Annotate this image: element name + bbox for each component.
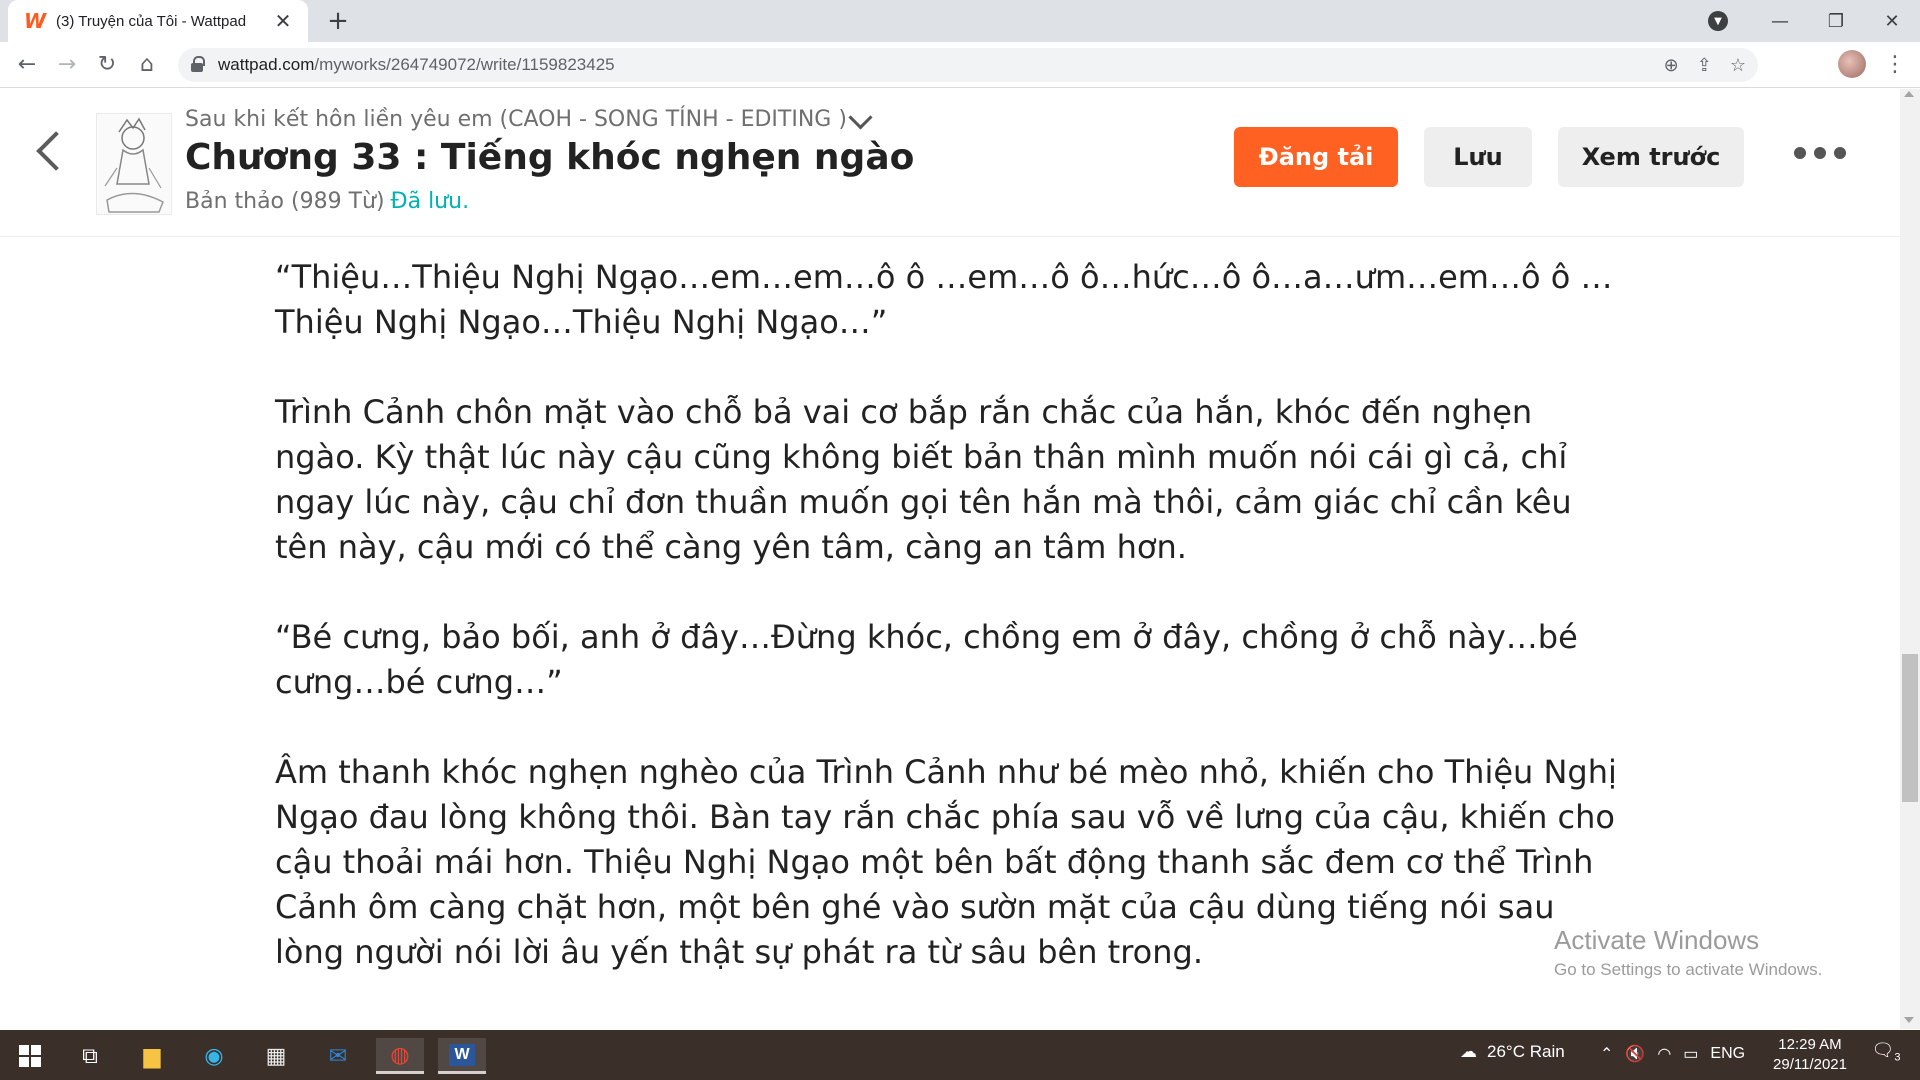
zoom-icon[interactable]: ⊕ (1664, 55, 1679, 76)
lock-icon[interactable] (190, 56, 205, 72)
language-indicator[interactable]: ENG (1710, 1045, 1745, 1063)
url-domain: wattpad.com (218, 55, 315, 74)
home-icon[interactable]: ⌂ (132, 50, 162, 80)
bookmark-star-icon[interactable]: ☆ (1730, 55, 1746, 76)
start-button[interactable] (6, 1038, 54, 1074)
chapter-editor[interactable]: “Thiệu…Thiệu Nghị Ngạo…em…em…ô ô …em…ô ô… (275, 255, 1630, 1020)
scroll-up-arrow-icon[interactable] (1904, 91, 1914, 97)
url-path: /myworks/264749072/write/1159823425 (314, 55, 615, 74)
new-tab-button[interactable]: + (324, 8, 352, 36)
saved-status: Đã lưu. (390, 189, 470, 214)
story-dropdown-chevron-icon[interactable] (848, 109, 872, 133)
activate-windows-watermark: Activate Windows Go to Settings to activ… (1554, 925, 1822, 980)
draft-status-line: Bản thảo (989 Từ) Đã lưu. (185, 189, 469, 214)
back-icon[interactable]: ← (12, 50, 42, 80)
file-explorer-icon[interactable]: ▆ (128, 1038, 176, 1074)
battery-icon[interactable]: ▭ (1683, 1044, 1698, 1064)
paragraph[interactable]: Âm thanh khóc nghẹn nghèo của Trình Cảnh… (275, 750, 1630, 975)
story-cover[interactable] (96, 113, 172, 215)
tab-strip: W (3) Truyện của Tôi - Wattpad ✕ + ▼ — ❐… (0, 0, 1920, 42)
story-title[interactable]: Sau khi kết hôn liền yêu em (CAOH - SONG… (185, 107, 847, 132)
volume-muted-icon[interactable]: 🔇 (1625, 1044, 1645, 1064)
share-icon[interactable]: ⇪ (1697, 55, 1712, 76)
wattpad-icon: W (24, 9, 47, 33)
chevron-up-icon[interactable]: ⌃ (1600, 1044, 1613, 1064)
window-controls: ▼ — ❐ ✕ (1708, 0, 1920, 42)
screen: W (3) Truyện của Tôi - Wattpad ✕ + ▼ — ❐… (0, 0, 1920, 1080)
browser-tab[interactable]: W (3) Truyện của Tôi - Wattpad ✕ (8, 0, 308, 42)
system-tray: ⌃ 🔇 ◠ ▭ ENG (1600, 1044, 1745, 1064)
url-text[interactable]: wattpad.com/myworks/264749072/write/1159… (218, 48, 615, 82)
editor-header: Sau khi kết hôn liền yêu em (CAOH - SONG… (0, 89, 1920, 237)
tab-title: (3) Truyện của Tôi - Wattpad (56, 12, 247, 30)
paragraph[interactable]: “Bé cưng, bảo bối, anh ở đây…Đừng khóc, … (275, 615, 1630, 705)
paragraph[interactable]: Trình Cảnh chôn mặt vào chỗ bả vai cơ bắ… (275, 390, 1630, 570)
forward-icon[interactable]: → (52, 50, 82, 80)
omnibox-actions: ⊕ ⇪ ☆ (1664, 48, 1746, 82)
vertical-scrollbar[interactable] (1900, 89, 1920, 1029)
store-icon[interactable]: ▦ (252, 1038, 300, 1074)
tab-search-icon[interactable]: ▼ (1708, 11, 1728, 31)
task-view-icon[interactable]: ⧉ (66, 1038, 114, 1074)
scroll-down-arrow-icon[interactable] (1904, 1017, 1914, 1023)
browser-menu-icon[interactable]: ⋮ (1880, 50, 1910, 80)
reload-icon[interactable]: ↻ (92, 50, 122, 80)
save-button[interactable]: Lưu (1424, 127, 1532, 187)
clock[interactable]: 12:29 AM 29/11/2021 (1770, 1035, 1850, 1075)
weather-widget[interactable]: ☁ 26°C Rain (1460, 1042, 1565, 1062)
scrollbar-thumb[interactable] (1902, 654, 1918, 802)
back-chevron-icon[interactable] (30, 125, 64, 179)
watermark-subtitle: Go to Settings to activate Windows. (1554, 960, 1823, 979)
windows-taskbar: ⧉ ▆ ◉ ▦ ✉ ◍ W ☁ 26°C Rain ⌃ 🔇 ◠ ▭ ENG 12… (0, 1030, 1920, 1080)
publish-button[interactable]: Đăng tải (1234, 127, 1398, 187)
windows-logo-icon (19, 1045, 41, 1067)
cover-illustration (104, 117, 164, 213)
watermark-title: Activate Windows (1554, 925, 1760, 955)
close-tab-icon[interactable]: ✕ (272, 10, 294, 32)
minimize-icon[interactable]: — (1752, 0, 1808, 42)
paragraph[interactable]: “Thiệu…Thiệu Nghị Ngạo…em…em…ô ô …em…ô ô… (275, 255, 1630, 345)
draft-status: Bản thảo (989 Từ) (185, 189, 385, 214)
cloud-rain-icon: ☁ (1460, 1042, 1477, 1061)
close-window-icon[interactable]: ✕ (1864, 0, 1920, 42)
weather-text: 26°C Rain (1487, 1042, 1565, 1061)
chapter-title[interactable]: Chương 33 : Tiếng khóc nghẹn ngào (185, 137, 914, 178)
clock-date: 29/11/2021 (1773, 1056, 1847, 1073)
profile-avatar[interactable] (1838, 50, 1866, 78)
edge-icon[interactable]: ◉ (190, 1038, 238, 1074)
chrome-icon[interactable]: ◍ (376, 1038, 424, 1074)
clock-time: 12:29 AM (1778, 1036, 1842, 1053)
restore-icon[interactable]: ❐ (1808, 0, 1864, 42)
notification-center-icon[interactable]: 🗨3 (1866, 1040, 1906, 1070)
more-options-icon[interactable] (1794, 147, 1846, 163)
notification-count: 3 (1894, 1051, 1901, 1064)
browser-toolbar: ← → ↻ ⌂ wattpad.com/myworks/264749072/wr… (0, 42, 1920, 88)
word-icon[interactable]: W (438, 1038, 486, 1074)
preview-button[interactable]: Xem trước (1558, 127, 1744, 187)
address-bar[interactable]: wattpad.com/myworks/264749072/write/1159… (178, 48, 1758, 82)
mail-icon[interactable]: ✉ (314, 1038, 362, 1074)
wifi-icon[interactable]: ◠ (1657, 1044, 1671, 1064)
